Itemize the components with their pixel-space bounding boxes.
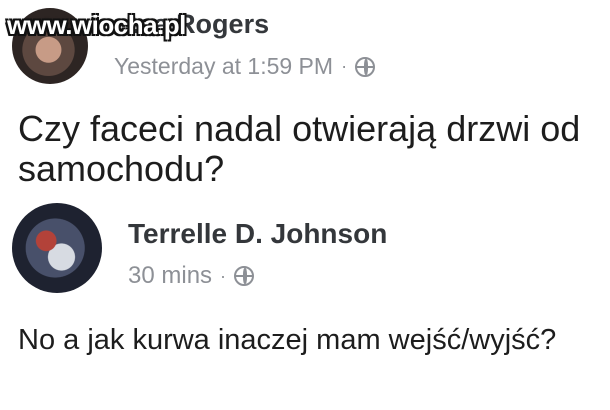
globe-icon bbox=[355, 56, 376, 77]
post-author-surname: Rogers bbox=[176, 9, 270, 39]
post-metadata: Yesterday at 1:59 PM · bbox=[114, 53, 376, 80]
reply-message: No a jak kurwa inaczej mam wejść/wyjść? bbox=[18, 324, 557, 356]
watermark: www.wiocha.pl bbox=[7, 10, 186, 40]
post-timestamp[interactable]: Yesterday at 1:59 PM bbox=[114, 53, 333, 80]
reply-author-name[interactable]: Terrelle D. Johnson bbox=[128, 218, 387, 250]
globe-icon bbox=[234, 266, 255, 286]
metadata-separator: · bbox=[220, 265, 227, 286]
metadata-separator: · bbox=[341, 56, 348, 76]
post-message: Czy faceci nadal otwierają drzwi od samo… bbox=[18, 108, 581, 190]
reply-metadata: 30 mins · bbox=[128, 262, 255, 290]
reply-timestamp[interactable]: 30 mins bbox=[128, 262, 212, 290]
reply-author-avatar[interactable] bbox=[12, 203, 102, 293]
